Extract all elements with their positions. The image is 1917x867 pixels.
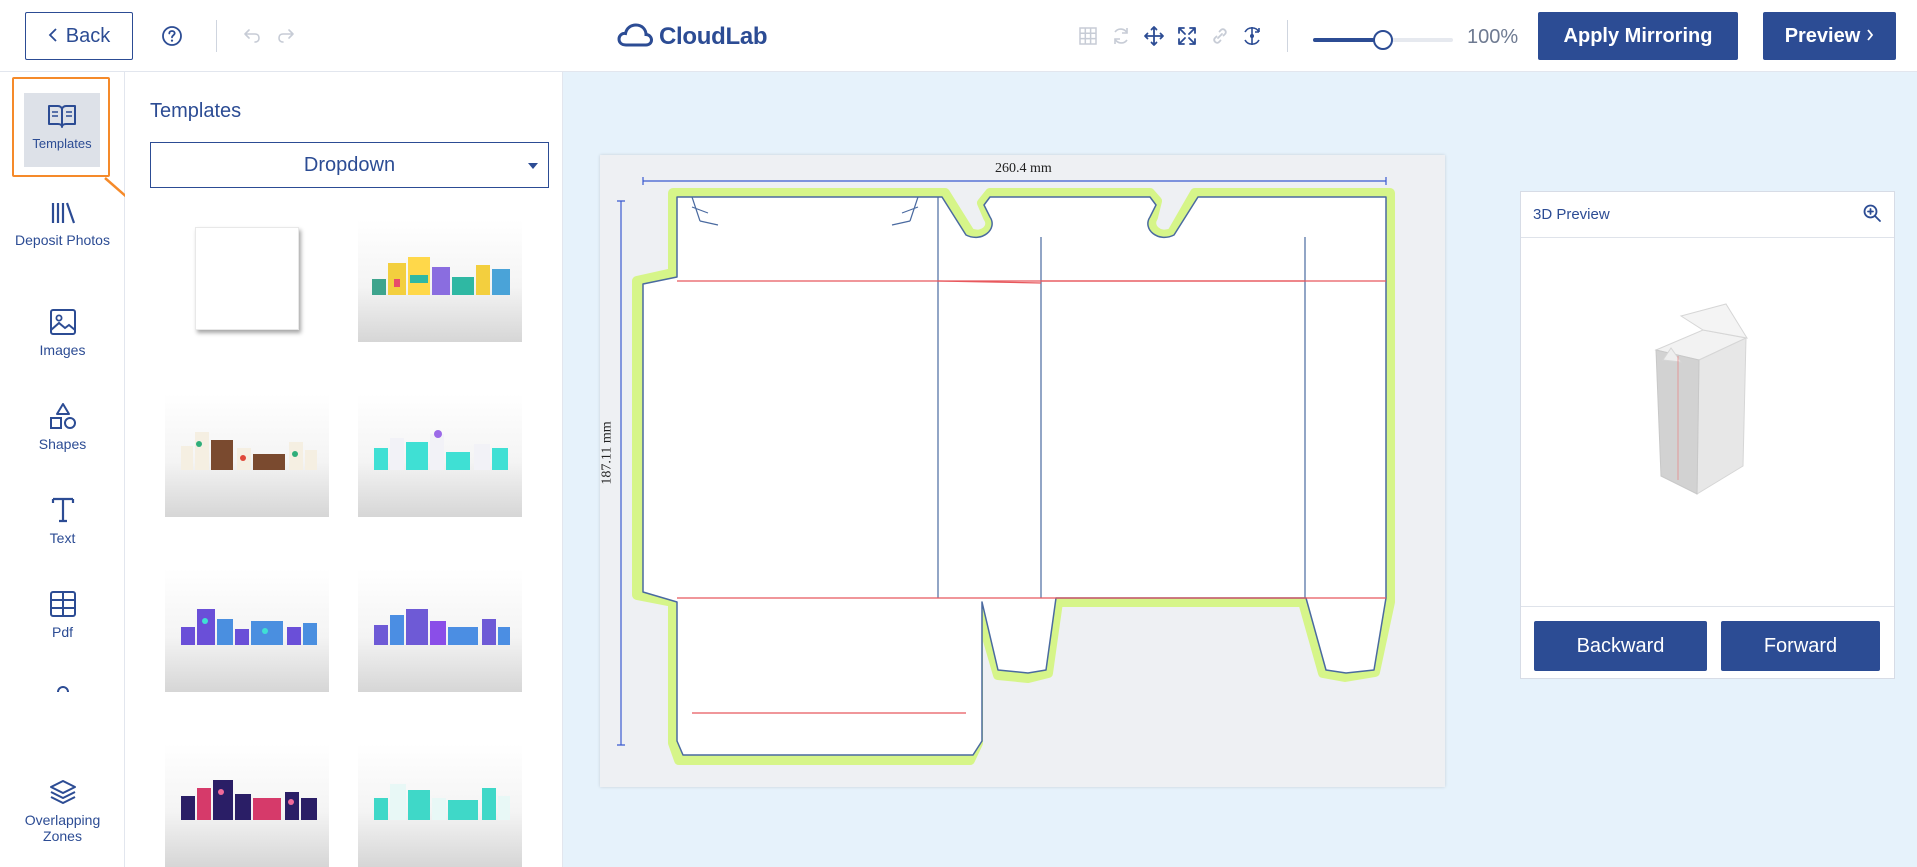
undo-icon[interactable]	[240, 24, 264, 48]
width-dimension-line	[642, 177, 1387, 185]
template-thumbnail[interactable]	[358, 744, 522, 867]
sidebar-item-images[interactable]: Images	[10, 308, 115, 358]
height-dimension-label: 187.11 mm	[599, 421, 615, 485]
template-thumbnail[interactable]	[165, 394, 329, 517]
sidebar-item-label: Pdf	[51, 624, 73, 640]
boxes-preview	[374, 430, 508, 470]
width-dimension-label: 260.4 mm	[995, 161, 1052, 176]
sidebar-item-overlapping-zones[interactable]: Overlapping Zones	[10, 778, 115, 844]
templates-panel: Templates Dropdown	[125, 72, 563, 867]
forward-button[interactable]: Forward	[1721, 621, 1880, 671]
backward-button-label: Backward	[1576, 634, 1665, 657]
sidebar-item-label: Shapes	[38, 436, 87, 452]
template-thumbnail[interactable]	[165, 744, 329, 867]
library-icon	[51, 202, 75, 224]
apply-mirroring-button[interactable]: Apply Mirroring	[1538, 12, 1738, 60]
box-dieline[interactable]	[600, 155, 1445, 787]
template-thumbnail-blank[interactable]	[165, 219, 329, 342]
boxes-preview	[181, 609, 317, 645]
chevron-left-icon	[48, 25, 58, 48]
logo-text: CloudLab	[659, 23, 768, 50]
zoom-level: 100%	[1467, 26, 1519, 48]
image-icon	[49, 309, 76, 335]
sidebar-item-text[interactable]: Text	[10, 496, 115, 546]
redo-icon[interactable]	[274, 24, 298, 48]
template-thumbnail[interactable]	[358, 569, 522, 692]
boxes-preview	[372, 257, 510, 295]
top-toolbar: Back CloudLab 100% Apply Mirroring Previ…	[0, 0, 1917, 72]
height-dimension-line	[617, 200, 625, 746]
help-icon[interactable]	[160, 24, 184, 48]
expand-icon[interactable]	[1175, 24, 1199, 48]
forward-button-label: Forward	[1763, 634, 1838, 657]
backward-button[interactable]: Backward	[1534, 621, 1707, 671]
back-button-label: Back	[65, 24, 111, 47]
toolbar-divider	[216, 20, 217, 52]
cloudlab-logo: CloudLab	[617, 20, 768, 54]
template-thumbnail[interactable]	[358, 219, 522, 342]
3d-box-render	[1654, 303, 1749, 495]
zoom-slider-handle[interactable]	[1373, 30, 1393, 50]
sidebar-item-label: Images	[39, 342, 86, 358]
preview-button[interactable]: Preview	[1763, 12, 1896, 60]
dropdown-value: Dropdown	[303, 153, 396, 176]
sidebar-item-label: Overlapping Zones	[24, 812, 101, 844]
boxes-preview	[181, 780, 317, 820]
rotate-icon[interactable]	[1109, 24, 1133, 48]
3d-box-viewport[interactable]	[1521, 238, 1894, 606]
zoom-in-icon[interactable]	[1862, 203, 1882, 227]
chevron-right-icon	[1866, 25, 1874, 48]
template-category-dropdown[interactable]: Dropdown	[150, 142, 549, 188]
preview-footer: Backward Forward	[1521, 606, 1894, 678]
boxes-preview	[374, 609, 510, 645]
artboard[interactable]: 260.4 mm 187.11 mm	[600, 155, 1445, 787]
grid-icon[interactable]	[1076, 24, 1100, 48]
link-icon[interactable]	[1208, 24, 1232, 48]
template-thumbnail[interactable]	[165, 569, 329, 692]
shapes-icon	[49, 403, 76, 429]
panel-title: Templates	[150, 100, 242, 122]
sidebar-item-shapes[interactable]: Shapes	[10, 402, 115, 452]
preview-header: 3D Preview	[1521, 192, 1894, 238]
toolbar-divider	[1287, 20, 1288, 52]
cloud-icon	[617, 22, 654, 53]
user-icon	[56, 686, 69, 692]
move-icon[interactable]	[1142, 24, 1166, 48]
sidebar-item-pdf[interactable]: Pdf	[10, 590, 115, 640]
apply-mirroring-label: Apply Mirroring	[1563, 24, 1713, 47]
preview-title: 3D Preview	[1533, 206, 1610, 223]
3d-preview-panel: 3D Preview Backward Forward	[1520, 191, 1895, 679]
layers-icon	[49, 780, 76, 804]
flip-icon[interactable]	[1240, 24, 1264, 48]
sidebar-item-label: Text	[49, 530, 76, 546]
preview-button-label: Preview	[1784, 24, 1861, 47]
zoom-slider[interactable]	[1313, 30, 1453, 50]
boxes-preview	[374, 784, 510, 820]
boxes-preview	[181, 432, 317, 470]
blank-paper-preview	[195, 227, 299, 330]
back-button[interactable]: Back	[25, 12, 133, 60]
caret-down-icon	[528, 163, 538, 169]
text-icon	[51, 497, 74, 523]
sidebar-item-partial[interactable]	[10, 684, 115, 692]
table-icon	[49, 591, 76, 617]
tutorial-highlight	[12, 77, 110, 177]
template-thumbnail[interactable]	[358, 394, 522, 517]
